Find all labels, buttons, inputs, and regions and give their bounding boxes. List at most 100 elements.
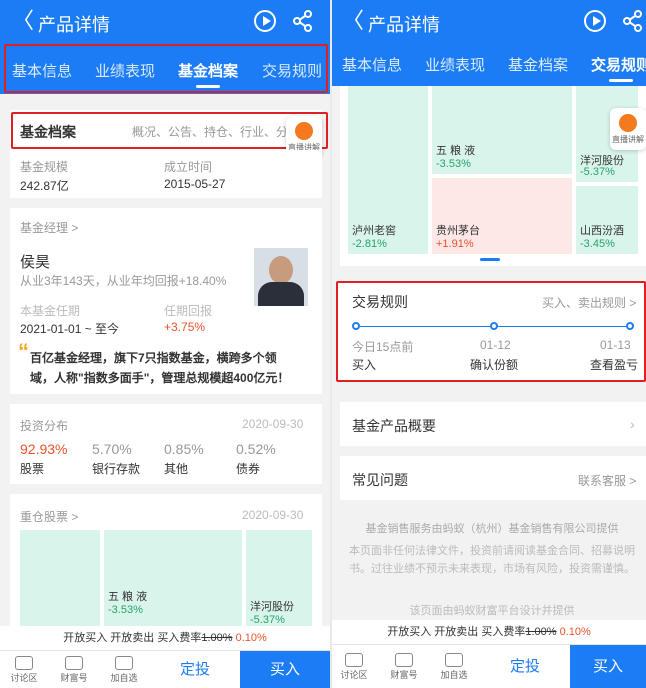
scale-value: 242.87亿 (20, 179, 69, 193)
tab-basic-info[interactable]: 基本信息 (342, 54, 402, 75)
live-chart-icon (295, 122, 313, 140)
holding-change: -3.53% (436, 158, 471, 170)
watchlist-button[interactable]: 加自选 (104, 654, 144, 684)
dingtou-button[interactable]: 定投 (480, 645, 570, 688)
tab-performance[interactable]: 业绩表现 (425, 54, 485, 75)
holding-change: -3.45% (580, 238, 615, 250)
overview-label: 基金产品概要 (352, 418, 436, 434)
chat-icon (15, 656, 33, 670)
holding-name: 五 粮 液 (436, 145, 476, 157)
holding-change: -5.37% (580, 166, 615, 178)
discuss-label: 讨论区 (340, 670, 368, 680)
screen-left: 〈 产品详情 基本信息 业绩表现 基金档案 交易规则 基金档案 概况、公告、持仓… (0, 0, 330, 688)
page-title: 产品详情 (368, 15, 440, 35)
holding-change: -3.53% (108, 604, 143, 616)
add-icon (445, 653, 463, 667)
holding-name: 山西汾酒 (580, 225, 624, 237)
tab-fund-archive[interactable]: 基金档案 (508, 54, 568, 75)
fee-old: 1.00% (525, 626, 557, 638)
chat-icon (345, 653, 363, 667)
quote-open-icon: “ (18, 339, 29, 364)
allocation-card: 投资分布 2020-09-30 92.93% 股票 5.70% 银行存款 0.8… (10, 404, 322, 484)
shop-icon (395, 653, 413, 667)
holdings-treemap: 泸州老窖 -2.81% 五 粮 液 -3.53% 贵州茅台 +1.91% 洋河股… (340, 86, 646, 266)
play-icon[interactable] (254, 10, 276, 32)
holding-tile-fenjiu[interactable]: 山西汾酒 -3.45% (576, 186, 638, 254)
wealth-button[interactable]: 财富号 (54, 654, 94, 684)
share-icon[interactable] (292, 10, 314, 32)
faq-link[interactable]: 联系客服 > (578, 472, 636, 489)
tab-bar: 基本信息 业绩表现 基金档案 交易规则 (332, 44, 646, 86)
fee-text: 开放买入 开放卖出 买入费率 (387, 626, 526, 638)
holding-name: 泸州老窖 (352, 225, 396, 237)
watch-label: 加自选 (440, 670, 468, 680)
wealth-label: 财富号 (60, 673, 88, 683)
fee-text: 开放买入 开放卖出 买入费率 (63, 632, 202, 644)
alloc-pct-other: 0.85% (164, 441, 204, 457)
holding-tile-wuliangye[interactable]: 五 粮 液 -3.53% (432, 86, 572, 174)
scale-label: 基金规模 (20, 160, 69, 174)
live-button[interactable]: 直播讲解 (610, 108, 646, 150)
holding-tile-blank[interactable] (20, 530, 100, 634)
buy-button[interactable]: 买入 (570, 645, 646, 688)
discuss-label: 讨论区 (10, 673, 38, 683)
alloc-label-other: 其他 (164, 462, 189, 476)
holdings-date: 2020-09-30 (242, 508, 304, 522)
live-chart-icon (619, 114, 637, 132)
footer-disclaimer: 本页面非任何法律文件，投资前请阅读基金合同、招募说明书。过往业绩不预示未来表现，… (349, 545, 635, 575)
holding-name: 五 粮 液 (108, 591, 148, 603)
faq-label: 常见问题 (352, 472, 408, 488)
tab-trade-rules[interactable]: 交易规则 (591, 54, 646, 82)
setup-value: 2015-05-27 (164, 177, 226, 191)
carousel-indicator (480, 258, 500, 261)
highlight-tabs (4, 44, 328, 93)
share-icon[interactable] (622, 10, 644, 32)
fee-new: 0.10% (559, 626, 591, 638)
buy-button[interactable]: 买入 (240, 651, 330, 688)
holding-name: 贵州茅台 (436, 225, 480, 237)
holding-change: -2.81% (352, 238, 387, 250)
discuss-button[interactable]: 讨论区 (334, 651, 374, 681)
highlight-trade-rules (336, 281, 646, 382)
manager-name: 侯昊 (20, 254, 51, 271)
tenure-value: 2021-01-01 ~ 至今 (20, 322, 120, 336)
fee-old: 1.00% (201, 632, 233, 644)
watchlist-button[interactable]: 加自选 (434, 651, 474, 681)
back-icon[interactable]: 〈 (12, 9, 34, 33)
holding-tile-luzhou[interactable]: 泸州老窖 -2.81% (348, 86, 428, 254)
manager-card: 基金经理 > 侯昊 从业3年143天，从业年均回报+18.40% 本基金任期 2… (10, 208, 322, 394)
alloc-label-bond: 债券 (236, 462, 261, 476)
holdings-title[interactable]: 重仓股票 > (20, 508, 78, 525)
holdings-card: 重仓股票 > 2020-09-30 五 粮 液 -3.53% 洋河股份 -5.3… (10, 494, 322, 634)
back-icon[interactable]: 〈 (342, 9, 364, 33)
shop-icon (65, 656, 83, 670)
holding-tile-yanghe[interactable]: 洋河股份 -5.37% (246, 530, 312, 634)
scale-card: 基金规模 242.87亿 成立时间 2015-05-27 (10, 150, 322, 198)
manager-avatar (254, 248, 308, 306)
fee-new: 0.10% (235, 632, 267, 644)
dingtou-button[interactable]: 定投 (150, 651, 240, 688)
bottom-bar: 讨论区 财富号 加自选 定投 买入 (332, 644, 646, 688)
tenure-return-value: +3.75% (164, 320, 206, 334)
chevron-right-icon: › (630, 416, 635, 432)
manager-quote: 百亿基金经理，旗下7只指数基金，横跨多个领域，人称"指数多面手"，管理总规模超4… (30, 351, 290, 385)
play-icon[interactable] (584, 10, 606, 32)
manager-header[interactable]: 基金经理 > (20, 219, 78, 236)
tenure-return-label: 任期回报 (164, 304, 213, 318)
faq-row[interactable]: 常见问题 联系客服 > (340, 456, 646, 500)
discuss-button[interactable]: 讨论区 (4, 654, 44, 684)
holding-tile-wuliangye[interactable]: 五 粮 液 -3.53% (104, 530, 242, 634)
page-title: 产品详情 (38, 15, 110, 35)
live-label: 直播讲解 (612, 135, 644, 144)
overview-row[interactable]: 基金产品概要 › (340, 402, 646, 446)
manager-desc: 从业3年143天，从业年均回报+18.40% (20, 274, 227, 288)
wealth-button[interactable]: 财富号 (384, 651, 424, 681)
holding-name: 洋河股份 (250, 601, 294, 613)
footer-design: 该页面由蚂蚁财富平台设计并提供 (409, 605, 575, 617)
setup-label: 成立时间 (164, 160, 213, 174)
screen-right: 〈 产品详情 基本信息 业绩表现 基金档案 交易规则 泸州老窖 -2.81% 五… (332, 0, 646, 688)
watch-label: 加自选 (110, 673, 138, 683)
allocation-title: 投资分布 (20, 419, 69, 433)
holding-tile-maotai[interactable]: 贵州茅台 +1.91% (432, 178, 572, 254)
alloc-label-bank: 银行存款 (92, 462, 141, 476)
